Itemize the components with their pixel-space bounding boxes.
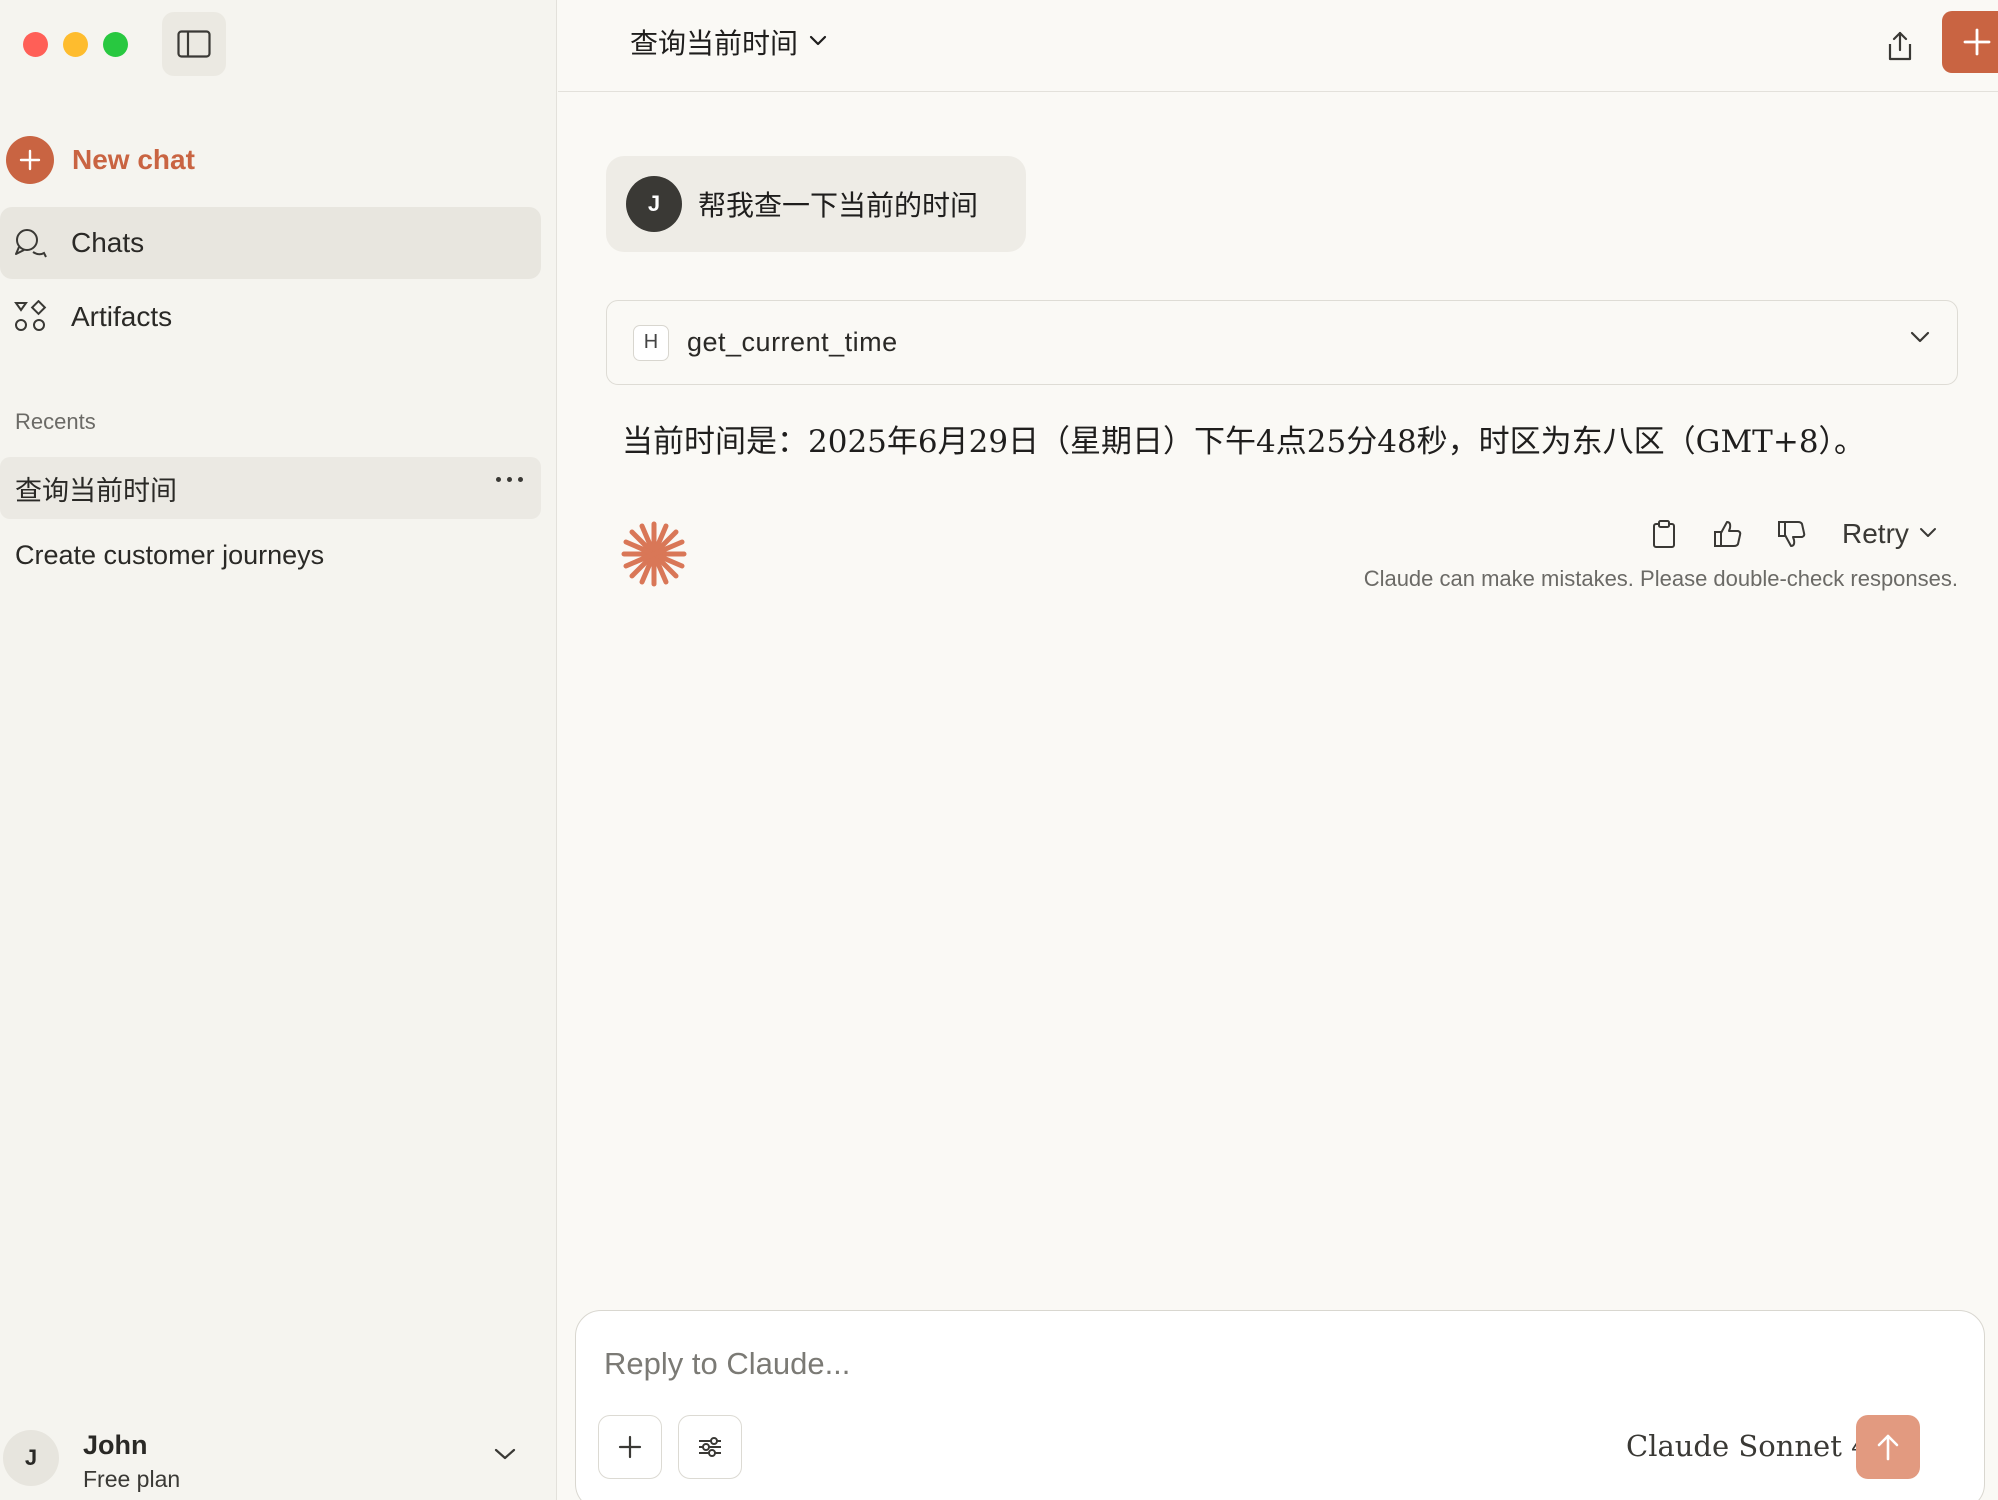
sidebar: New chat Chats Artifacts Recents 查询当前时间 … xyxy=(0,0,557,1500)
send-button[interactable] xyxy=(1856,1415,1920,1479)
plus-icon xyxy=(1963,28,1991,56)
avatar: J xyxy=(626,176,682,232)
message-actions: Retry xyxy=(1638,508,1937,560)
new-chat-header-button[interactable] xyxy=(1942,11,1998,73)
retry-button[interactable]: Retry xyxy=(1842,518,1937,550)
sidebar-item-chats[interactable]: Chats xyxy=(0,207,541,279)
chevron-down-icon xyxy=(493,1446,517,1467)
thumbs-up-icon xyxy=(1714,521,1742,547)
clipboard-icon xyxy=(1653,520,1675,548)
chevron-down-icon xyxy=(1919,525,1937,543)
sidebar-item-label: Artifacts xyxy=(71,301,173,332)
retry-label: Retry xyxy=(1842,518,1909,549)
user-message-text: 帮我查一下当前的时间 xyxy=(698,189,979,222)
user-menu[interactable]: J John Free plan xyxy=(0,1420,557,1500)
user-plan: Free plan xyxy=(83,1466,181,1492)
sliders-icon xyxy=(699,1437,721,1457)
recent-chat-item[interactable]: Create customer journeys xyxy=(0,524,541,586)
arrow-up-icon xyxy=(1877,1434,1899,1461)
tool-name: get_current_time xyxy=(687,327,898,357)
conversation-title-dropdown[interactable]: 查询当前时间 xyxy=(630,22,828,62)
sidebar-item-label: Chats xyxy=(71,227,145,258)
recent-chat-label: 查询当前时间 xyxy=(15,475,177,507)
recent-chat-label: Create customer journeys xyxy=(15,539,325,570)
sidebar-toggle-button[interactable] xyxy=(162,12,226,76)
tools-settings-button[interactable] xyxy=(678,1415,742,1479)
window-controls xyxy=(23,32,128,57)
sidebar-item-artifacts[interactable]: Artifacts xyxy=(0,281,541,353)
user-name: John xyxy=(83,1430,148,1460)
new-chat-label: New chat xyxy=(72,144,195,175)
close-window-button[interactable] xyxy=(23,32,48,57)
thumbs-up-button[interactable] xyxy=(1702,508,1754,560)
copy-button[interactable] xyxy=(1638,508,1690,560)
page-title: 查询当前时间 xyxy=(630,27,799,60)
add-attachment-button[interactable] xyxy=(598,1415,662,1479)
app-window: New chat Chats Artifacts Recents 查询当前时间 … xyxy=(0,0,1998,1500)
chevron-down-icon xyxy=(808,33,828,52)
more-options-icon[interactable] xyxy=(496,477,523,482)
user-message: J 帮我查一下当前的时间 xyxy=(606,156,1027,252)
thumbs-down-button[interactable] xyxy=(1766,508,1818,560)
composer: Claude Sonnet 4 xyxy=(575,1310,1985,1500)
recents-heading: Recents xyxy=(15,409,96,434)
reply-input[interactable] xyxy=(604,1339,1904,1389)
chevron-down-icon xyxy=(1909,329,1931,350)
minimize-window-button[interactable] xyxy=(63,32,88,57)
maximize-window-button[interactable] xyxy=(103,32,128,57)
shapes-icon xyxy=(13,300,47,334)
top-bar: 查询当前时间 xyxy=(558,0,1998,92)
plus-icon xyxy=(618,1435,642,1459)
tool-badge: H xyxy=(633,324,669,361)
thumbs-down-icon xyxy=(1778,521,1806,547)
sidebar-icon xyxy=(177,30,211,58)
main-panel: 查询当前时间 J 帮我查一下当前的时间 H get_current_time 当… xyxy=(558,0,1998,1500)
assistant-message-text: 当前时间是：2025年6月29日（星期日）下午4点25分48秒，时区为东八区（G… xyxy=(622,424,1866,460)
share-icon xyxy=(1888,31,1912,61)
claude-logo-icon xyxy=(621,521,687,587)
tool-call-expander[interactable]: H get_current_time xyxy=(606,300,1958,385)
plus-icon xyxy=(6,136,54,184)
share-button[interactable] xyxy=(1874,20,1926,72)
avatar: J xyxy=(3,1430,59,1486)
disclaimer-text: Claude can make mistakes. Please double-… xyxy=(1363,566,1958,591)
chat-bubbles-icon xyxy=(13,226,47,260)
recent-chat-item[interactable]: 查询当前时间 xyxy=(0,457,541,519)
model-name: Claude Sonnet 4 xyxy=(1626,1429,1870,1463)
new-chat-button[interactable]: New chat xyxy=(6,136,195,184)
